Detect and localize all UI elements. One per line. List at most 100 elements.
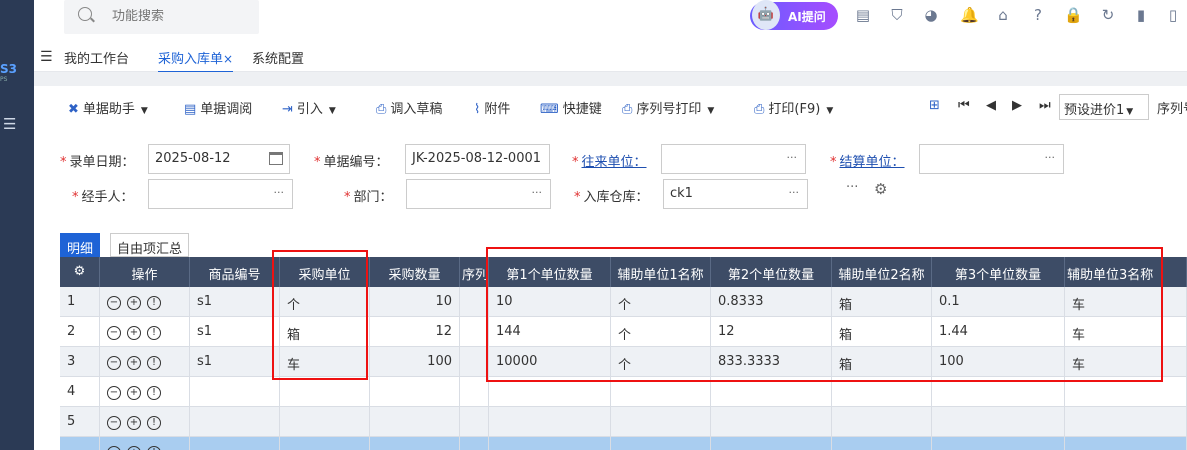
- table-cell[interactable]: 车: [1065, 347, 1187, 377]
- ai-ask-button[interactable]: 🤖 AI提问: [750, 0, 838, 30]
- close-icon[interactable]: ×: [223, 52, 233, 66]
- table-cell[interactable]: [611, 377, 711, 407]
- import-button[interactable]: ⇥ 引入 ▼: [282, 98, 336, 117]
- table-cell[interactable]: [711, 437, 832, 450]
- more-icon[interactable]: ···: [787, 151, 798, 164]
- table-cell[interactable]: 1.44: [932, 317, 1065, 347]
- table-cell[interactable]: [932, 407, 1065, 437]
- remove-row-icon[interactable]: −: [107, 296, 121, 310]
- info-icon[interactable]: !: [147, 416, 161, 430]
- table-cell[interactable]: [489, 377, 611, 407]
- table-cell[interactable]: [932, 377, 1065, 407]
- serial-print-button[interactable]: ⎙ 序列号打印 ▼: [622, 98, 714, 117]
- lock-icon[interactable]: 🔒: [1064, 6, 1083, 24]
- handler-field[interactable]: ···: [148, 179, 293, 209]
- table-cell[interactable]: 144: [489, 317, 611, 347]
- table-cell[interactable]: 箱: [832, 317, 932, 347]
- tab-purchase-inbound[interactable]: 采购入库单×: [158, 48, 234, 73]
- table-cell[interactable]: 0.1: [932, 287, 1065, 317]
- first-page-icon[interactable]: ⏮: [958, 98, 970, 113]
- table-row[interactable]: 1− +! s1 个 10 10 个 0.8333 箱 0.1 车: [60, 287, 1187, 317]
- add-row-icon[interactable]: +: [127, 416, 141, 430]
- table-cell[interactable]: 箱: [280, 317, 370, 347]
- dept-field[interactable]: ···: [406, 179, 551, 209]
- help-icon[interactable]: ?: [1029, 6, 1047, 24]
- table-cell[interactable]: s1: [190, 317, 280, 347]
- more-icon[interactable]: ···: [846, 180, 858, 195]
- row-number[interactable]: 5: [60, 407, 100, 437]
- tab-system-config[interactable]: 系统配置: [252, 48, 304, 67]
- add-row-icon[interactable]: +: [127, 296, 141, 310]
- table-row[interactable]: 5− +!: [60, 407, 1187, 437]
- search-input[interactable]: [112, 9, 242, 24]
- table-cell[interactable]: [460, 347, 489, 377]
- table-cell[interactable]: [932, 437, 1065, 450]
- bell-icon[interactable]: 🔔: [960, 6, 979, 24]
- table-cell[interactable]: [460, 437, 489, 450]
- table-cell[interactable]: 车: [1065, 287, 1187, 317]
- remove-row-icon[interactable]: −: [107, 386, 121, 400]
- table-cell[interactable]: [370, 437, 460, 450]
- column-settings-icon[interactable]: ⚙: [60, 257, 100, 287]
- last-page-icon[interactable]: ⏭: [1039, 98, 1051, 113]
- more-icon[interactable]: ···: [1045, 151, 1056, 164]
- message-icon[interactable]: ▤: [854, 6, 872, 24]
- table-cell[interactable]: 箱: [832, 287, 932, 317]
- add-row-icon[interactable]: +: [127, 446, 141, 450]
- book-icon[interactable]: ▮: [1132, 6, 1150, 24]
- table-row[interactable]: − +!: [60, 437, 1187, 450]
- table-cell[interactable]: 10: [370, 287, 460, 317]
- settle-label[interactable]: * 结算单位：: [830, 151, 905, 170]
- shortcut-button[interactable]: ⌨ 快捷键: [540, 98, 602, 117]
- table-cell[interactable]: 个: [280, 287, 370, 317]
- table-cell[interactable]: [460, 287, 489, 317]
- shield-icon[interactable]: ⛉: [888, 6, 906, 24]
- more-icon[interactable]: ···: [274, 186, 285, 199]
- add-icon[interactable]: ⊞: [929, 98, 940, 113]
- table-cell[interactable]: 车: [280, 347, 370, 377]
- docno-field[interactable]: JK-2025-08-12-0001: [405, 144, 550, 174]
- table-cell[interactable]: [370, 407, 460, 437]
- price-preset-select[interactable]: 预设进价1 ▼: [1059, 94, 1149, 120]
- info-icon[interactable]: !: [147, 296, 161, 310]
- table-cell[interactable]: [190, 407, 280, 437]
- add-row-icon[interactable]: +: [127, 386, 141, 400]
- gear-icon[interactable]: ⚙: [874, 180, 887, 198]
- tab-free-item-summary[interactable]: 自由项汇总: [110, 233, 190, 257]
- remove-row-icon[interactable]: −: [107, 326, 121, 340]
- table-cell[interactable]: 833.3333: [711, 347, 832, 377]
- table-row[interactable]: 2− +! s1 箱 12 144 个 12 箱 1.44 车: [60, 317, 1187, 347]
- table-cell[interactable]: 箱: [832, 347, 932, 377]
- refresh-icon[interactable]: ↻: [1099, 6, 1117, 24]
- doc-helper-button[interactable]: ✖ 单据助手 ▼: [68, 98, 148, 117]
- table-cell[interactable]: 12: [370, 317, 460, 347]
- table-cell[interactable]: 100: [932, 347, 1065, 377]
- table-cell[interactable]: [711, 377, 832, 407]
- table-cell[interactable]: [1065, 407, 1187, 437]
- info-icon[interactable]: !: [147, 386, 161, 400]
- table-cell[interactable]: [370, 377, 460, 407]
- search-box[interactable]: [64, 0, 259, 34]
- partner-label[interactable]: * 往来单位：: [572, 151, 647, 170]
- table-cell[interactable]: [832, 437, 932, 450]
- warehouse-field[interactable]: ck1 ···: [663, 179, 808, 209]
- row-number[interactable]: [60, 437, 100, 450]
- table-cell[interactable]: [280, 407, 370, 437]
- table-cell[interactable]: [1065, 377, 1187, 407]
- tab-detail[interactable]: 明细: [60, 233, 101, 257]
- prev-icon[interactable]: ◀: [986, 98, 996, 113]
- table-cell[interactable]: 个: [611, 287, 711, 317]
- remove-row-icon[interactable]: −: [107, 446, 121, 450]
- add-row-icon[interactable]: +: [127, 356, 141, 370]
- table-cell[interactable]: 个: [611, 317, 711, 347]
- table-cell[interactable]: [190, 377, 280, 407]
- tab-workbench[interactable]: 我的工作台: [64, 48, 129, 67]
- table-cell[interactable]: 0.8333: [711, 287, 832, 317]
- info-icon[interactable]: !: [147, 446, 161, 450]
- table-cell[interactable]: s1: [190, 347, 280, 377]
- table-cell[interactable]: [611, 407, 711, 437]
- calendar-icon[interactable]: [269, 152, 283, 165]
- tab-menu-icon[interactable]: ☰: [40, 49, 53, 65]
- table-cell[interactable]: 12: [711, 317, 832, 347]
- table-cell[interactable]: [832, 407, 932, 437]
